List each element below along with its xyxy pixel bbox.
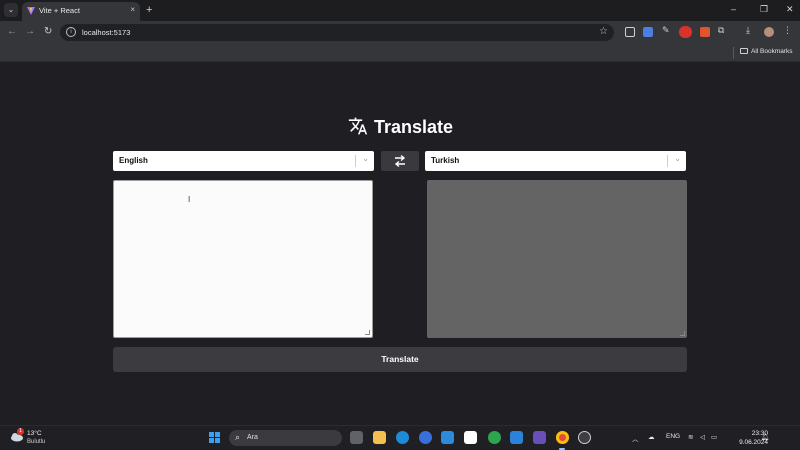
bookmarks-separator bbox=[733, 47, 734, 59]
translate-button[interactable]: Translate bbox=[113, 347, 687, 372]
battery-icon[interactable]: ▭ bbox=[711, 433, 717, 441]
search-placeholder: Ara bbox=[247, 434, 258, 441]
notification-bell-icon[interactable]: 🔔︎ bbox=[761, 433, 769, 441]
site-info-icon[interactable]: i bbox=[66, 27, 76, 37]
page-title: Translate bbox=[374, 117, 454, 137]
reload-icon[interactable]: ↻ bbox=[44, 26, 52, 37]
search-icon: ⌕ bbox=[235, 432, 241, 442]
translate-app: Translate English ⌄ Turkish ⌄ I Translat… bbox=[0, 63, 800, 425]
all-bookmarks-button[interactable]: All Bookmarks bbox=[740, 48, 793, 55]
select-separator bbox=[667, 155, 668, 167]
media-player-icon[interactable] bbox=[578, 431, 591, 444]
weather-condition[interactable]: Bulutlu bbox=[27, 439, 45, 445]
extensions-puzzle-icon[interactable]: ⧉ bbox=[718, 25, 724, 36]
weather-badge: 1 bbox=[17, 428, 24, 435]
close-window-button[interactable]: ✕ bbox=[786, 4, 794, 15]
all-bookmarks-label: All Bookmarks bbox=[751, 48, 793, 55]
minimize-button[interactable]: – bbox=[731, 4, 736, 14]
task-view-icon[interactable] bbox=[350, 431, 363, 444]
swap-languages-button[interactable] bbox=[381, 151, 419, 171]
bookmark-star-icon[interactable]: ☆ bbox=[599, 26, 608, 37]
bookmarks-bar: All Bookmarks bbox=[0, 44, 800, 62]
menu-kebab-icon[interactable]: ⋮ bbox=[783, 25, 792, 36]
mail-app-icon[interactable] bbox=[419, 431, 432, 444]
vscode-icon[interactable] bbox=[510, 431, 523, 444]
text-cursor-icon: I bbox=[188, 195, 191, 204]
target-language-select[interactable]: Turkish ⌄ bbox=[425, 151, 686, 171]
address-url[interactable]: localhost:5173 bbox=[82, 28, 130, 37]
target-language-value: Turkish bbox=[431, 156, 460, 165]
xbox-icon[interactable] bbox=[488, 431, 501, 444]
tab-title: Vite + React bbox=[39, 6, 80, 15]
start-button[interactable] bbox=[209, 432, 221, 444]
screenshot-extension-icon[interactable] bbox=[625, 27, 635, 37]
taskbar: 1 13°C Bulutlu ⌕ Ara ︿ ☁ ENG ≋ ◁ ▭ 23:30… bbox=[0, 425, 800, 450]
browser-tab-bar: ⌄ Vite + React × + – ❐ ✕ bbox=[0, 0, 800, 21]
source-text-area[interactable]: I bbox=[113, 180, 373, 338]
translated-text-area[interactable] bbox=[427, 180, 687, 338]
folder-icon bbox=[740, 48, 748, 54]
resize-handle[interactable] bbox=[365, 330, 370, 335]
download-icon[interactable]: ⤓ bbox=[746, 25, 750, 36]
onedrive-icon[interactable]: ☁ bbox=[648, 433, 655, 441]
source-language-value: English bbox=[119, 156, 148, 165]
swap-arrows-icon bbox=[394, 154, 406, 168]
recording-extension-icon[interactable] bbox=[679, 26, 692, 38]
forward-arrow-icon[interactable]: → bbox=[25, 26, 35, 37]
chevron-down-icon[interactable]: ⌄ bbox=[674, 154, 681, 163]
weather-temperature[interactable]: 13°C bbox=[27, 430, 42, 437]
devtools-app-icon[interactable] bbox=[533, 431, 546, 444]
restore-button[interactable]: ❐ bbox=[760, 4, 768, 15]
select-separator bbox=[355, 155, 356, 167]
red-extension-icon[interactable] bbox=[700, 27, 710, 37]
file-explorer-icon[interactable] bbox=[373, 431, 386, 444]
taskbar-search[interactable]: ⌕ Ara bbox=[229, 430, 342, 446]
wifi-icon[interactable]: ≋ bbox=[688, 433, 693, 441]
back-arrow-icon[interactable]: ← bbox=[7, 26, 17, 37]
volume-icon[interactable]: ◁ bbox=[700, 433, 705, 441]
input-language[interactable]: ENG bbox=[666, 433, 680, 440]
tab-close-icon[interactable]: × bbox=[130, 5, 135, 14]
address-bar[interactable]: i localhost:5173 ☆ bbox=[60, 24, 614, 41]
translate-extension-icon[interactable] bbox=[643, 27, 653, 37]
tray-overflow-icon[interactable]: ︿ bbox=[632, 433, 639, 443]
edge-browser-icon[interactable] bbox=[396, 431, 409, 444]
chevron-down-icon[interactable]: ⌄ bbox=[362, 154, 369, 163]
profile-avatar[interactable] bbox=[764, 27, 774, 37]
screen: ⌄ Vite + React × + – ❐ ✕ ← → ↻ i localho… bbox=[0, 0, 800, 450]
chrome-icon[interactable] bbox=[556, 431, 569, 444]
browser-tab[interactable]: Vite + React × bbox=[22, 2, 140, 21]
browser-toolbar: ← → ↻ i localhost:5173 ☆ ✎ ⧉ ⤓ ⋮ bbox=[0, 21, 800, 44]
resize-handle[interactable] bbox=[680, 331, 685, 336]
gmail-icon[interactable] bbox=[464, 431, 477, 444]
vite-favicon-icon bbox=[27, 7, 35, 15]
source-language-select[interactable]: English ⌄ bbox=[113, 151, 374, 171]
store-icon[interactable] bbox=[441, 431, 454, 444]
pen-extension-icon[interactable]: ✎ bbox=[662, 25, 670, 36]
translate-icon bbox=[348, 117, 368, 135]
tab-search-button[interactable]: ⌄ bbox=[4, 3, 18, 17]
new-tab-button[interactable]: + bbox=[146, 3, 152, 17]
